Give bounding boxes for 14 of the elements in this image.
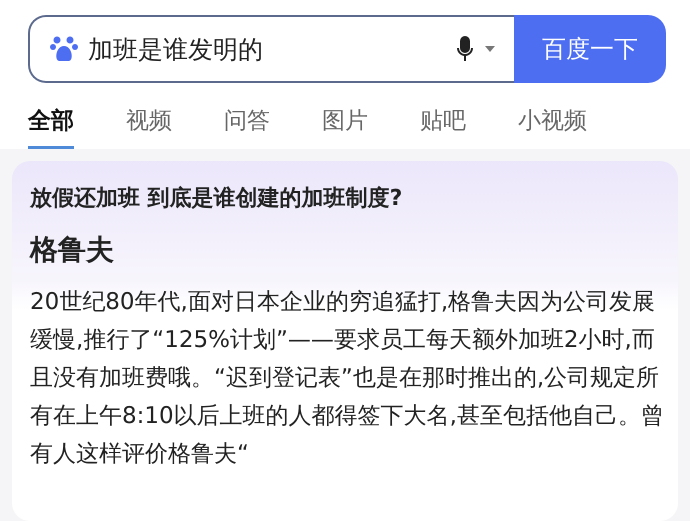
caret-icon[interactable] [484, 45, 496, 53]
tab[interactable]: 小视频 [518, 101, 587, 149]
tab[interactable]: 全部 [28, 101, 74, 149]
answer-text: 20世纪80年代,面对日本企业的穷追猛打,格鲁夫因为公司发展缓慢,推行了“125%计划”——要求员工每天额外加班2小时,而且没有加班费哦。“迟到登记表”也是在那时推出的,公司规定所有在上午8:10以后上班的人都得签下大名,甚至包括他自己。曾有人这样评价格鲁夫“ [30, 288, 665, 469]
question-title: 放假还加班 到底是谁创建的加班制度? [30, 184, 404, 213]
tab[interactable]: 图片 [322, 101, 368, 149]
answer-title: 格鲁夫 [30, 232, 115, 268]
paw-logo-icon [50, 34, 78, 64]
search-button[interactable]: 百度一下 [514, 15, 666, 83]
tab[interactable]: 贴吧 [420, 101, 466, 149]
tab[interactable]: 问答 [224, 101, 270, 149]
tab[interactable]: 视频 [126, 101, 172, 149]
microphone-icon[interactable] [456, 35, 474, 63]
search-field[interactable]: 加班是谁发明的 [28, 15, 514, 83]
